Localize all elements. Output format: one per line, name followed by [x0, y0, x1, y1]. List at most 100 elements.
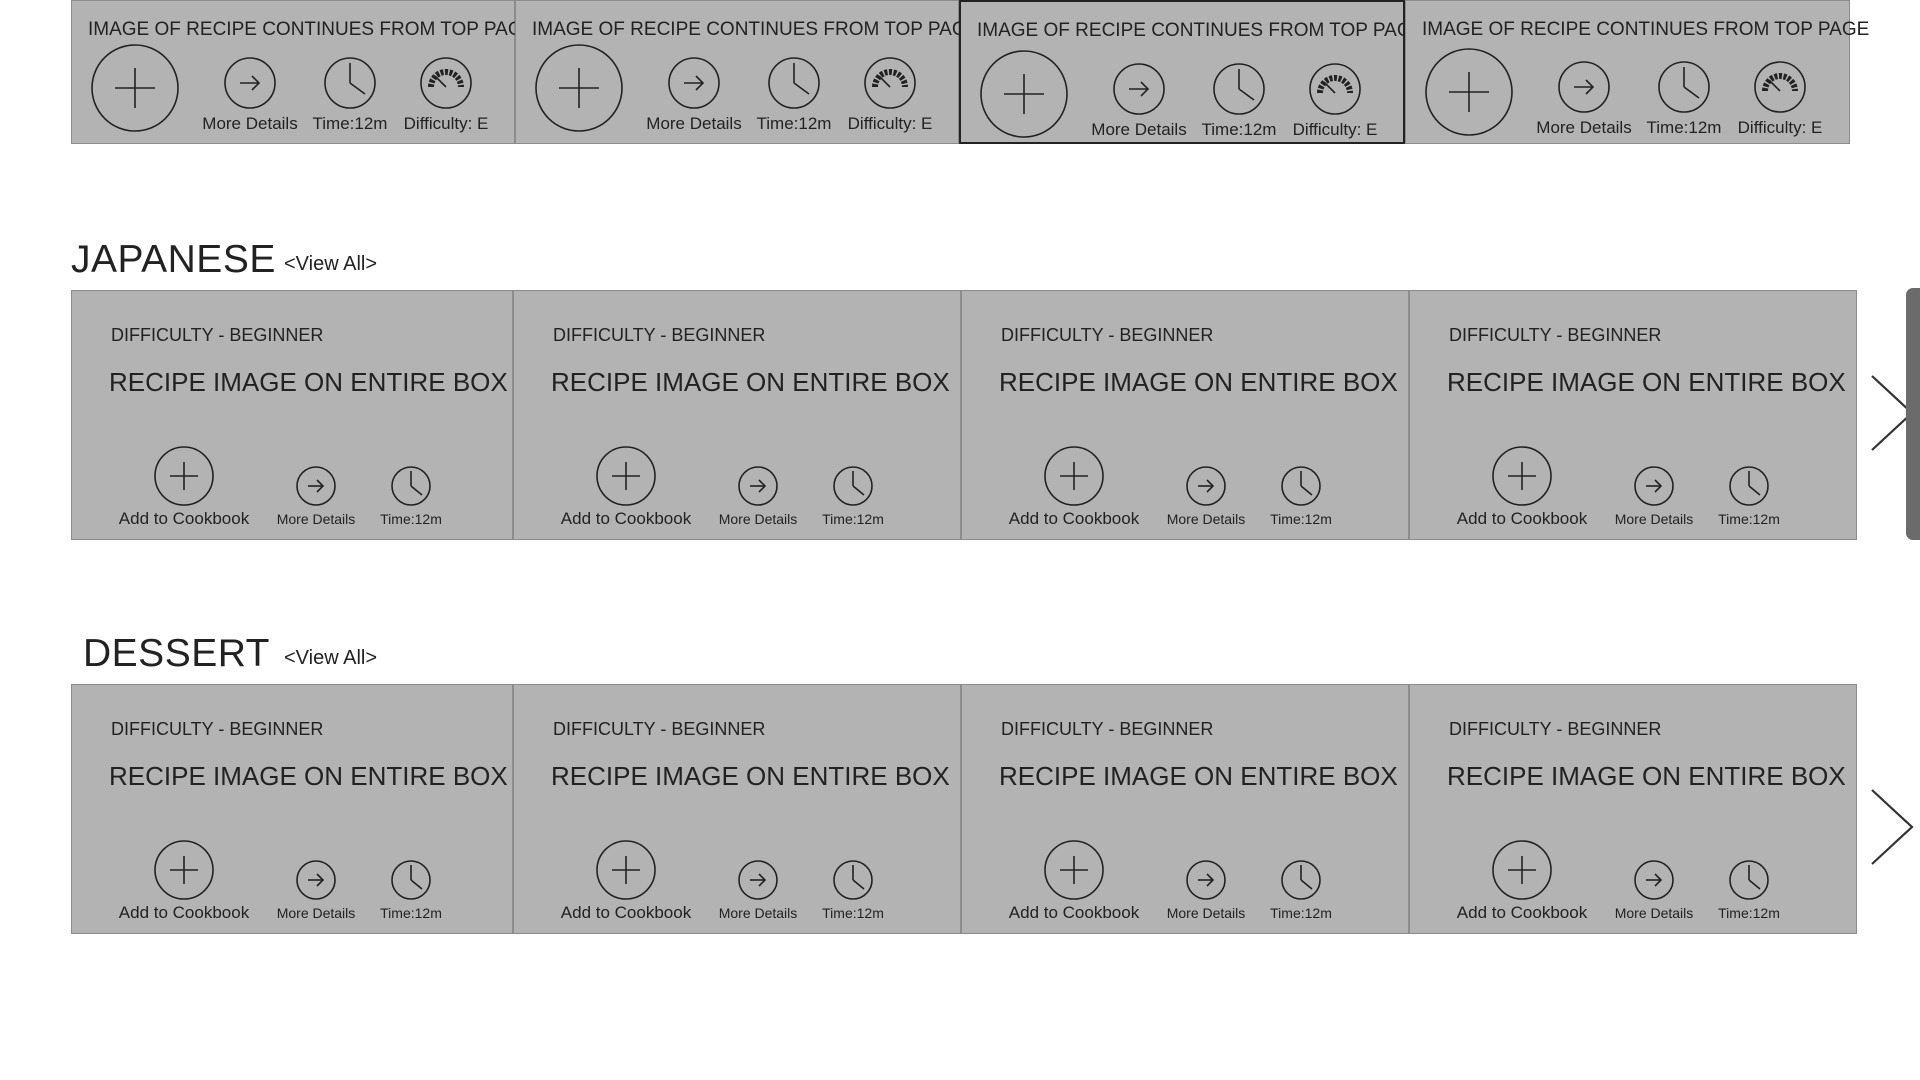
time-label: Time:12m [1718, 905, 1780, 921]
cook-time: Time:12m [1199, 62, 1279, 140]
more-details-button[interactable]: More Details [1604, 859, 1704, 921]
more-details-label: More Details [276, 511, 356, 527]
arrow-right-circle-icon [296, 860, 336, 900]
recipe-card[interactable]: DIFFICULTY - BEGINNER RECIPE IMAGE ON EN… [513, 290, 961, 540]
more-details-label: More Details [1614, 905, 1694, 921]
view-all-link[interactable]: <View All> [284, 253, 377, 276]
chevron-right-icon [1871, 789, 1914, 865]
more-details-label: More Details [276, 905, 356, 921]
add-to-cookbook-button[interactable]: Add to Cookbook [1004, 445, 1144, 529]
plus-circle-icon [1044, 446, 1104, 506]
time-label: Time:12m [1201, 120, 1277, 139]
cook-time: Time:12m [808, 465, 898, 527]
more-details-button[interactable]: More Details [708, 465, 808, 527]
more-details-button[interactable]: More Details [266, 859, 366, 921]
recipe-card[interactable]: DIFFICULTY - BEGINNER RECIPE IMAGE ON EN… [1409, 684, 1857, 934]
recipe-card[interactable]: DIFFICULTY - BEGINNER RECIPE IMAGE ON EN… [961, 290, 1409, 540]
more-details-button[interactable]: More Details [1604, 465, 1704, 527]
plus-circle-icon [980, 50, 1068, 138]
more-details-button[interactable]: More Details [644, 56, 744, 134]
difficulty-label: Difficulty: E [403, 114, 489, 133]
add-to-cookbook-button[interactable]: Add to Cookbook [556, 839, 696, 923]
plus-circle-icon [91, 44, 179, 132]
add-to-cookbook-label: Add to Cookbook [1456, 509, 1588, 528]
gauge-icon [1754, 61, 1806, 113]
difficulty-indicator: Difficulty: E [840, 56, 940, 134]
recipe-card[interactable]: IMAGE OF RECIPE CONTINUES FROM TOP PAGE … [515, 0, 979, 144]
add-to-cookbook-button[interactable]: Add to Cookbook [114, 839, 254, 923]
time-label: Time:12m [1270, 905, 1332, 921]
recipe-card[interactable]: IMAGE OF RECIPE CONTINUES FROM TOP PAGE … [959, 0, 1424, 144]
add-to-cookbook-label: Add to Cookbook [118, 509, 250, 528]
plus-circle-icon [1492, 840, 1552, 900]
arrow-right-circle-icon [1634, 860, 1674, 900]
arrow-right-circle-icon [1634, 466, 1674, 506]
recipe-card[interactable]: DIFFICULTY - BEGINNER RECIPE IMAGE ON EN… [513, 684, 961, 934]
add-to-cookbook-button[interactable] [90, 43, 180, 133]
more-details-button[interactable]: More Details [266, 465, 366, 527]
clock-icon [1281, 860, 1321, 900]
recipe-card[interactable]: IMAGE OF RECIPE CONTINUES FROM TOP PAGE … [71, 0, 535, 144]
recipe-image-placeholder: RECIPE IMAGE ON ENTIRE BOX [551, 761, 950, 791]
add-to-cookbook-button[interactable] [1424, 47, 1514, 137]
section-title: JAPANESE [71, 238, 276, 281]
plus-circle-icon [596, 446, 656, 506]
recipe-image-placeholder: RECIPE IMAGE ON ENTIRE BOX [109, 367, 508, 397]
arrow-right-circle-icon [296, 466, 336, 506]
cook-time: Time:12m [310, 56, 390, 134]
arrow-right-circle-icon [224, 57, 276, 109]
add-to-cookbook-button[interactable]: Add to Cookbook [114, 445, 254, 529]
view-all-link[interactable]: <View All> [284, 647, 377, 670]
more-details-label: More Details [1166, 905, 1246, 921]
recipe-card[interactable]: IMAGE OF RECIPE CONTINUES FROM TOP PAGE … [1405, 0, 1869, 144]
cook-time: Time:12m [1704, 859, 1794, 921]
carousel-next-button[interactable] [1868, 782, 1918, 872]
add-to-cookbook-button[interactable]: Add to Cookbook [1452, 445, 1592, 529]
gauge-icon [1309, 63, 1361, 115]
recipe-card-title: IMAGE OF RECIPE CONTINUES FROM TOP PAGE [1422, 19, 1870, 40]
cook-time: Time:12m [1704, 465, 1794, 527]
difficulty-label: Difficulty: E [1292, 120, 1378, 139]
add-to-cookbook-button[interactable]: Add to Cookbook [1004, 839, 1144, 923]
more-details-button[interactable]: More Details [1156, 859, 1256, 921]
recipe-card[interactable]: DIFFICULTY - BEGINNER RECIPE IMAGE ON EN… [1409, 290, 1857, 540]
difficulty-level: DIFFICULTY - BEGINNER [553, 719, 766, 739]
difficulty-label: Difficulty: E [1737, 118, 1823, 137]
scrollbar-thumb[interactable] [1906, 288, 1920, 540]
more-details-label: More Details [1091, 120, 1187, 139]
recipe-image-placeholder: RECIPE IMAGE ON ENTIRE BOX [999, 367, 1398, 397]
plus-circle-icon [1425, 48, 1513, 136]
add-to-cookbook-button[interactable]: Add to Cookbook [556, 445, 696, 529]
add-to-cookbook-button[interactable]: Add to Cookbook [1452, 839, 1592, 923]
clock-icon [391, 860, 431, 900]
cook-time: Time:12m [366, 465, 456, 527]
difficulty-level: DIFFICULTY - BEGINNER [1449, 719, 1662, 739]
clock-icon [833, 860, 873, 900]
add-to-cookbook-label: Add to Cookbook [1456, 903, 1588, 922]
arrow-right-circle-icon [1558, 61, 1610, 113]
recipe-carousel: DIFFICULTY - BEGINNER RECIPE IMAGE ON EN… [71, 290, 1914, 540]
time-label: Time:12m [380, 511, 442, 527]
arrow-right-circle-icon [738, 466, 778, 506]
add-to-cookbook-button[interactable] [534, 43, 624, 133]
recipe-card[interactable]: DIFFICULTY - BEGINNER RECIPE IMAGE ON EN… [71, 290, 513, 540]
recipe-image-placeholder: RECIPE IMAGE ON ENTIRE BOX [999, 761, 1398, 791]
more-details-button[interactable]: More Details [708, 859, 808, 921]
continued-recipe-row: IMAGE OF RECIPE CONTINUES FROM TOP PAGE … [71, 0, 1869, 146]
plus-circle-icon [1492, 446, 1552, 506]
cook-time: Time:12m [754, 56, 834, 134]
add-to-cookbook-button[interactable] [979, 49, 1069, 139]
difficulty-level: DIFFICULTY - BEGINNER [1001, 719, 1214, 739]
arrow-right-circle-icon [1113, 63, 1165, 115]
recipe-card[interactable]: DIFFICULTY - BEGINNER RECIPE IMAGE ON EN… [961, 684, 1409, 934]
recipe-card[interactable]: DIFFICULTY - BEGINNER RECIPE IMAGE ON EN… [71, 684, 513, 934]
plus-circle-icon [596, 840, 656, 900]
section-title: DESSERT [83, 632, 270, 675]
more-details-button[interactable]: More Details [1156, 465, 1256, 527]
difficulty-indicator: Difficulty: E [1285, 62, 1385, 140]
add-to-cookbook-label: Add to Cookbook [560, 903, 692, 922]
plus-circle-icon [154, 446, 214, 506]
more-details-button[interactable]: More Details [1089, 62, 1189, 140]
more-details-button[interactable]: More Details [200, 56, 300, 134]
more-details-button[interactable]: More Details [1534, 60, 1634, 138]
